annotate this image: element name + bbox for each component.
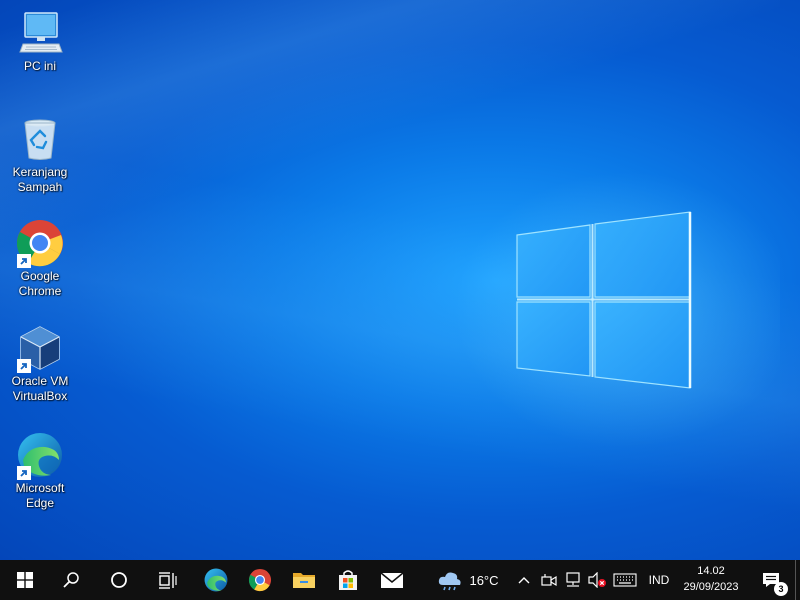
notification-count-badge: 3	[774, 582, 788, 596]
search-icon	[63, 572, 79, 588]
desktop-icon-label: PC ini	[23, 59, 56, 73]
meet-now-button[interactable]	[538, 560, 560, 600]
chrome-icon	[248, 568, 272, 592]
desktop-icon-this-pc[interactable]: PC ini	[6, 8, 74, 74]
volume-muted-icon	[588, 572, 606, 588]
windows-logo-wallpaper	[516, 211, 692, 389]
desktop-icon-microsoft-edge[interactable]: Microsoft Edge	[6, 430, 74, 511]
computer-icon	[15, 8, 65, 58]
desktop-icon-label: Microsoft Edge	[15, 481, 65, 510]
start-button[interactable]	[4, 560, 46, 600]
search-button[interactable]	[50, 560, 92, 600]
weather-temperature: 16°C	[469, 572, 499, 588]
network-ethernet-icon	[566, 572, 580, 587]
virtualbox-icon	[15, 323, 65, 373]
show-desktop-button[interactable]	[795, 560, 800, 600]
task-view-icon	[159, 572, 177, 589]
task-view-button[interactable]	[146, 560, 188, 600]
cortana-button[interactable]	[98, 560, 140, 600]
recycle-bin-icon	[15, 114, 65, 164]
input-language-button[interactable]: IND	[644, 560, 674, 600]
keyboard-icon	[613, 573, 637, 587]
shortcut-arrow-icon	[17, 466, 31, 480]
clock-time: 14.02	[697, 565, 725, 577]
input-language-label: IND	[648, 573, 670, 587]
network-button[interactable]	[562, 560, 584, 600]
clock-button[interactable]: 14.02 29/09/2023	[680, 563, 742, 595]
weather-widget[interactable]: 16°C	[436, 560, 500, 600]
chevron-up-icon	[518, 577, 530, 584]
desktop-icon-google-chrome[interactable]: Google Chrome	[6, 218, 74, 299]
taskbar-store-button[interactable]	[327, 560, 369, 600]
weather-cloud-icon	[439, 572, 462, 591]
shortcut-arrow-icon	[17, 359, 31, 373]
show-hidden-icons-button[interactable]	[514, 560, 534, 600]
touch-keyboard-button[interactable]	[610, 560, 640, 600]
clock-date: 29/09/2023	[683, 581, 739, 593]
windows-start-icon	[17, 572, 33, 588]
taskbar: 16°C IND 14.02 29/09/2023 3	[0, 560, 800, 600]
edge-icon	[15, 430, 65, 480]
desktop-background[interactable]: PC ini Keranjang Sampah Google Chrome Or…	[0, 0, 800, 560]
desktop-icon-label: Keranjang Sampah	[12, 165, 68, 194]
cortana-circle-icon	[111, 572, 127, 588]
taskbar-mail-button[interactable]	[371, 560, 413, 600]
taskbar-edge-button[interactable]	[195, 560, 237, 600]
desktop-icon-label: Google Chrome	[18, 269, 62, 298]
action-center-button[interactable]: 3	[752, 560, 790, 600]
desktop-icon-recycle-bin[interactable]: Keranjang Sampah	[6, 114, 74, 195]
file-explorer-icon	[293, 573, 315, 588]
edge-icon	[204, 568, 228, 592]
desktop-icon-virtualbox[interactable]: Oracle VM VirtualBox	[6, 323, 74, 404]
microsoft-store-icon	[339, 570, 357, 590]
desktop-icon-label: Oracle VM VirtualBox	[11, 374, 69, 403]
shortcut-arrow-icon	[17, 254, 31, 268]
taskbar-file-explorer-button[interactable]	[283, 560, 325, 600]
mail-icon	[380, 572, 404, 588]
camera-icon	[541, 574, 557, 587]
taskbar-chrome-button[interactable]	[239, 560, 281, 600]
chrome-icon	[15, 218, 65, 268]
volume-button[interactable]	[586, 560, 608, 600]
